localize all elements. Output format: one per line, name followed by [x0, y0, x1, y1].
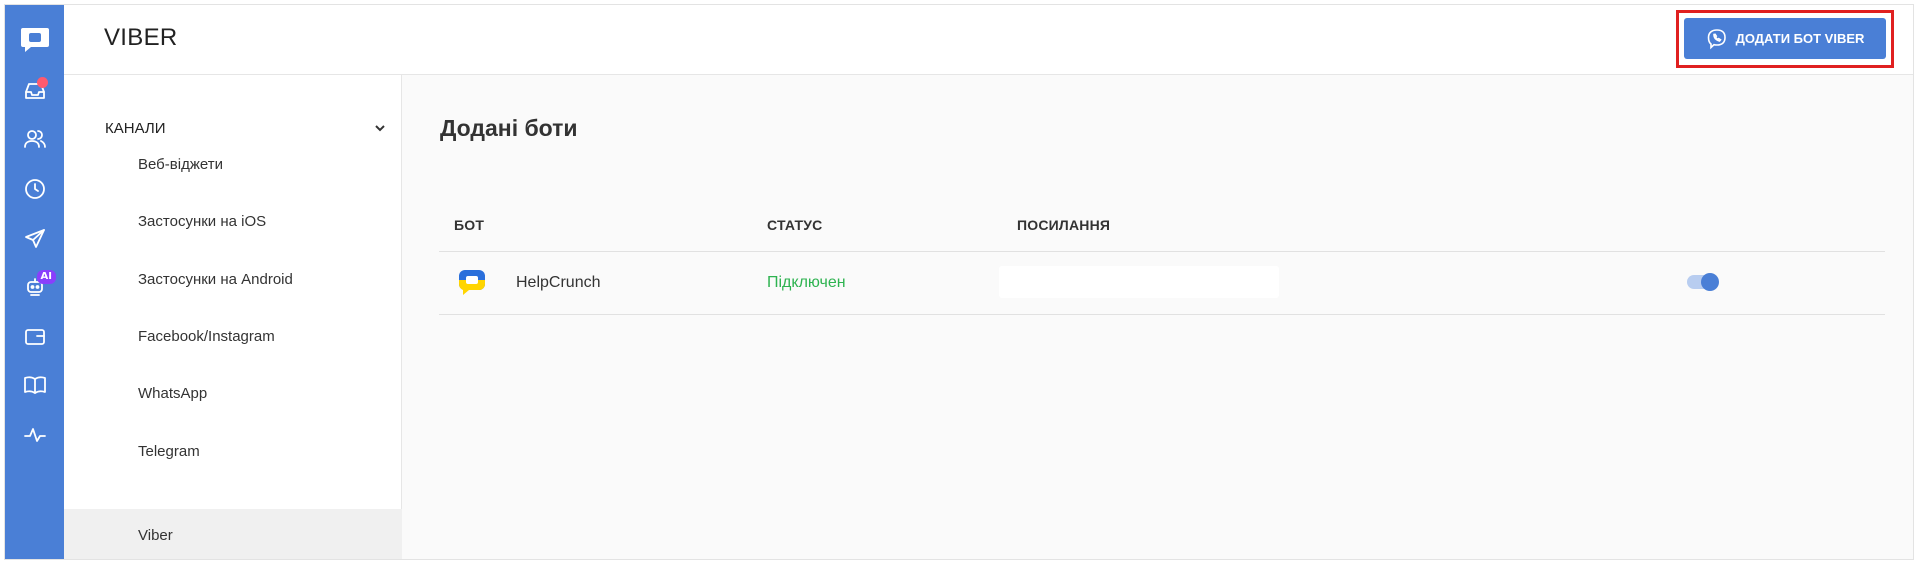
nav-item-whatsapp[interactable]: WhatsApp: [64, 364, 402, 422]
ai-badge: AI: [36, 270, 56, 284]
table-header: БОТ СТАТУС ПОСИЛАННЯ: [439, 185, 1885, 252]
page-title: VIBER: [104, 24, 178, 51]
nav-item-label: Застосунки на iOS: [138, 212, 267, 230]
page-header: VIBER ДОДАТИ БОТ VIBER: [64, 5, 1913, 75]
wallet-icon[interactable]: [15, 317, 54, 356]
nav-item-viber[interactable]: Viber: [64, 509, 402, 559]
pulse-icon[interactable]: [15, 415, 54, 454]
bot-enabled-toggle[interactable]: [1687, 273, 1719, 291]
chevron-down-icon: [375, 125, 385, 132]
channels-nav: КАНАЛИ Веб-віджети Застосунки на iOS Зас…: [64, 75, 402, 559]
send-icon[interactable]: [15, 219, 54, 258]
contacts-icon[interactable]: [15, 119, 54, 158]
added-bots-title: Додані боти: [440, 115, 578, 141]
nav-item-telegram[interactable]: Telegram: [64, 422, 402, 480]
add-viber-bot-label: ДОДАТИ БОТ VIBER: [1735, 31, 1865, 46]
book-icon[interactable]: [15, 365, 54, 404]
bots-table: БОТ СТАТУС ПОСИЛАННЯ HelpCrunch Підключе…: [439, 185, 1885, 315]
column-header-status: СТАТУС: [767, 217, 823, 233]
nav-item-facebook-instagram[interactable]: Facebook/Instagram: [64, 307, 402, 365]
nav-item-android[interactable]: Застосунки на Android: [64, 250, 402, 308]
nav-item-label: Viber: [138, 526, 173, 544]
highlight-frame: ДОДАТИ БОТ VIBER: [1676, 10, 1894, 68]
viber-icon: [1707, 28, 1726, 49]
nav-item-label: Застосунки на Android: [138, 270, 293, 288]
nav-item-label: WhatsApp: [138, 384, 208, 402]
nav-item-label: Facebook/Instagram: [138, 327, 275, 345]
bot-avatar: [458, 270, 485, 295]
notification-dot: [37, 77, 48, 88]
chat-logo-icon[interactable]: [15, 19, 54, 58]
inbox-icon[interactable]: [15, 71, 54, 110]
app-window: AI VIBER ДОДАТИ БОТ VIBER КАНАЛИ Веб-від…: [4, 4, 1914, 560]
robot-icon[interactable]: AI: [15, 267, 56, 306]
column-header-bot: БОТ: [454, 217, 485, 233]
main-content: Додані боти БОТ СТАТУС ПОСИЛАННЯ HelpCru…: [402, 75, 1913, 559]
column-header-link: ПОСИЛАННЯ: [1017, 217, 1111, 233]
clock-icon[interactable]: [15, 169, 54, 208]
nav-item-label: Telegram: [138, 442, 200, 460]
bot-link-field[interactable]: [999, 266, 1279, 298]
nav-item-label: Веб-віджети: [138, 155, 223, 173]
table-row[interactable]: HelpCrunch Підключен: [439, 252, 1885, 315]
left-rail: AI: [5, 5, 64, 559]
toggle-knob: [1701, 273, 1719, 291]
channels-section-label: КАНАЛИ: [105, 119, 166, 137]
add-viber-bot-button[interactable]: ДОДАТИ БОТ VIBER: [1684, 18, 1886, 59]
nav-item-ios[interactable]: Застосунки на iOS: [64, 192, 402, 250]
bot-name: HelpCrunch: [516, 274, 601, 291]
nav-item-web-widgets[interactable]: Веб-віджети: [64, 135, 402, 193]
bot-status: Підключен: [767, 274, 846, 291]
